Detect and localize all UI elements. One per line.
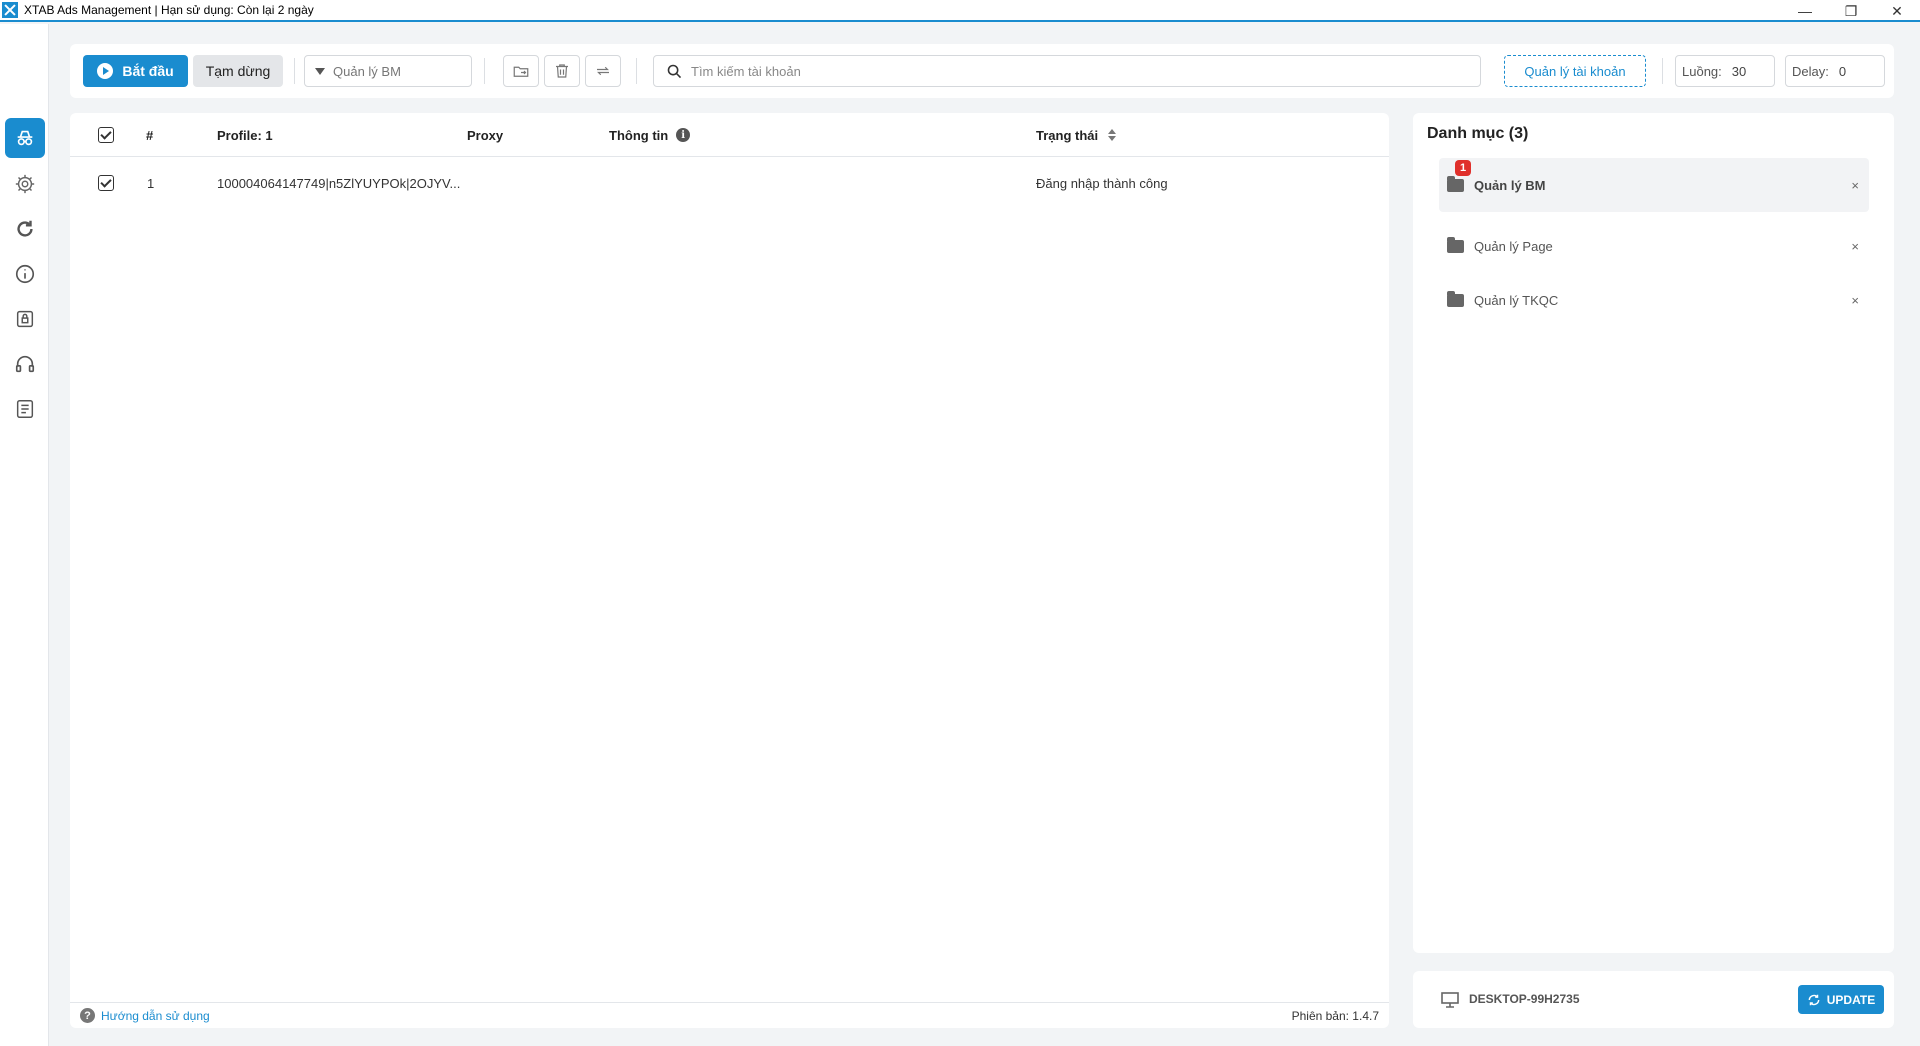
checkbox-checked-icon [98,175,114,191]
row-profile: 100004064147749|n5ZlYUYPOk|2OJYV... [217,175,461,191]
lock-icon [16,310,34,328]
start-button[interactable]: Bắt đầu [83,55,188,87]
category-title: Danh mục (3) [1427,125,1529,142]
sidebar-item-refresh[interactable] [5,209,45,249]
refresh-icon [17,220,33,237]
trash-icon [556,64,568,78]
manage-accounts-label: Quản lý tài khoản [1524,63,1626,79]
close-icon[interactable]: × [1851,293,1859,308]
folder-icon [1447,175,1464,192]
device-bar: DESKTOP-99H2735 UPDATE [1413,971,1894,1028]
folder-icon [1447,236,1464,253]
pause-label: Tạm dừng [205,63,271,79]
sort-icon[interactable] [1108,129,1117,141]
column-proxy: Proxy [467,127,504,143]
move-folder-button[interactable] [503,55,539,87]
threads-field[interactable]: Luồng: 30 [1675,55,1775,87]
title-bar: XTAB Ads Management | Hạn sử dụng: Còn l… [0,0,1920,22]
category-label: Quản lý Page [1474,238,1553,254]
delay-field[interactable]: Delay: 0 [1785,55,1885,87]
minimize-button[interactable]: — [1782,0,1828,22]
start-label: Bắt đầu [122,63,174,79]
threads-label: Luồng: [1682,63,1722,79]
close-icon[interactable]: × [1851,239,1859,254]
divider [1662,58,1663,84]
delay-label: Delay: [1792,63,1829,79]
sidebar-item-lock[interactable] [5,299,45,339]
toolbar: Bắt đầu Tạm dừng Quản lý BM Quản lý tài … [70,44,1894,98]
close-window-button[interactable]: ✕ [1874,0,1920,22]
gear-icon [15,174,35,194]
sidebar-item-support[interactable] [5,344,45,384]
app-logo-icon [2,2,18,18]
headset-icon [15,355,35,373]
search-icon [667,64,682,78]
window-controls: — ❐ ✕ [1782,0,1920,22]
sync-icon [597,66,609,76]
pause-button[interactable]: Tạm dừng [193,55,283,87]
close-icon[interactable]: × [1851,178,1859,193]
column-index: # [146,127,154,143]
window-title: XTAB Ads Management | Hạn sử dụng: Còn l… [24,3,314,17]
column-info: Thông tin i [609,113,691,157]
play-icon [97,63,114,79]
profile-table: # Profile: 1 Proxy Thông tin i Trạng thá… [70,113,1389,1028]
count-badge: 1 [1455,160,1471,176]
sidebar [0,24,49,1046]
category-item-page[interactable]: Quản lý Page × [1439,219,1869,273]
threads-value: 30 [1731,63,1747,79]
refresh-icon [1808,994,1820,1005]
column-info-label: Thông tin [609,127,669,143]
row-index: 1 [147,175,155,191]
caret-down-icon [315,67,325,75]
update-label: UPDATE [1826,992,1876,1007]
sync-button[interactable] [585,55,621,87]
monitor-icon [1441,992,1459,1008]
help-icon: ? [80,1008,95,1023]
delete-button[interactable] [544,55,580,87]
row-checkbox[interactable] [98,157,114,209]
info-icon[interactable]: i [676,128,691,142]
info-icon [15,264,35,284]
table-header: # Profile: 1 Proxy Thông tin i Trạng thá… [70,113,1389,157]
category-select-value: Quản lý BM [333,63,401,79]
delay-value: 0 [1838,63,1847,79]
update-button[interactable]: UPDATE [1798,985,1884,1014]
document-icon [16,400,34,418]
row-status: Đăng nhập thành công [1036,175,1168,191]
help-label: Hướng dẫn sử dụng [101,1008,210,1023]
category-item-tkqc[interactable]: Quản lý TKQC × [1439,273,1869,327]
restore-button[interactable]: ❐ [1828,0,1874,22]
column-status-label: Trạng thái [1036,127,1099,143]
folder-move-icon [513,66,529,77]
table-footer: ? Hướng dẫn sử dụng Phiên bản: 1.4.7 [70,1002,1389,1028]
category-panel: Danh mục (3) 1 Quản lý BM × Quản lý Page… [1413,113,1894,953]
version-label: Phiên bản: 1.4.7 [1291,1009,1379,1023]
category-label: Quản lý BM [1474,177,1546,193]
category-label: Quản lý TKQC [1474,292,1559,308]
sidebar-item-logs[interactable] [5,389,45,429]
manage-accounts-button[interactable]: Quản lý tài khoản [1504,55,1646,87]
category-select[interactable]: Quản lý BM [304,55,472,87]
folder-icon [1447,290,1464,307]
select-all-checkbox[interactable] [98,113,114,157]
sidebar-item-info[interactable] [5,254,45,294]
table-row[interactable]: 1 100004064147749|n5ZlYUYPOk|2OJYV... Đă… [70,157,1389,209]
divider [294,58,295,84]
divider [636,58,637,84]
search-box[interactable] [653,55,1481,87]
help-link[interactable]: ? Hướng dẫn sử dụng [80,1008,210,1023]
search-input[interactable] [691,63,1451,79]
sidebar-item-settings[interactable] [5,164,45,204]
incognito-icon [17,130,33,146]
column-status[interactable]: Trạng thái [1036,113,1117,157]
column-profile: Profile: 1 [217,127,273,143]
sidebar-item-profiles[interactable] [5,118,45,158]
checkbox-checked-icon [98,127,114,143]
category-item-bm[interactable]: 1 Quản lý BM × [1439,158,1869,212]
divider [484,58,485,84]
device-name: DESKTOP-99H2735 [1469,992,1580,1006]
